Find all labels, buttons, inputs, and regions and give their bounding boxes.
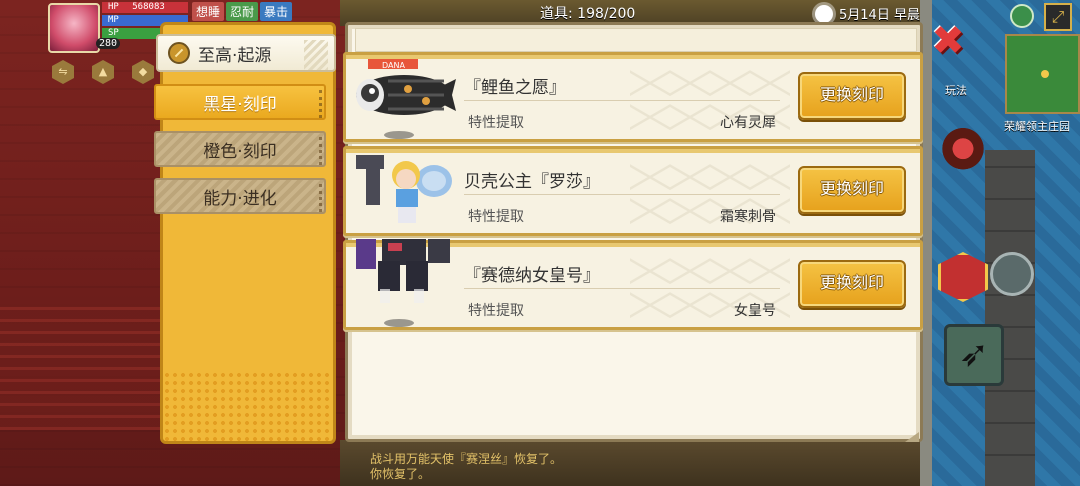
sprite-shadow	[384, 131, 414, 139]
svg-text:DANA: DANA	[382, 61, 405, 70]
chat-log: 战斗用万能天使『赛涅丝』恢复了。 你恢复了。	[370, 452, 562, 482]
tab-label: 能力·进化	[203, 188, 277, 209]
sprite-shadow	[384, 319, 414, 327]
bow-icon[interactable]: ➶	[944, 324, 1004, 386]
card-name: 贝壳公主『罗莎』	[464, 172, 600, 192]
item-count: 道具: 198/200	[540, 6, 636, 22]
engraving-card: 『赛德纳女皇号』 特性提取 女皇号 更换刻印	[343, 219, 923, 330]
player-level: 280	[96, 38, 121, 49]
minimap[interactable]	[1005, 34, 1080, 114]
globe-icon[interactable]	[1010, 4, 1034, 28]
player-avatar[interactable]	[48, 3, 100, 53]
tab-black-star-engraving[interactable]: 黑星·刻印	[154, 84, 326, 120]
tab-orange-engraving[interactable]: 橙色·刻印	[154, 131, 326, 167]
mp-label: MP	[108, 15, 119, 25]
category-header-label: 至高·起源	[198, 45, 272, 66]
card-divider	[464, 100, 780, 101]
compass-icon[interactable]	[990, 252, 1034, 296]
date-display: 5月14日 早晨	[815, 4, 920, 23]
close-icon[interactable]: ✖	[928, 21, 968, 62]
card-name: 『赛德纳女皇号』	[464, 266, 600, 286]
date-text: 5月14日 早晨	[839, 8, 920, 23]
swap-icon[interactable]: ⇋	[52, 60, 74, 84]
list-top-bar	[355, 28, 917, 52]
skill-icon[interactable]: ◆	[132, 60, 154, 84]
card-attr-label: 特性提取	[468, 209, 524, 225]
replace-engraving-button[interactable]: 更换刻印	[798, 166, 906, 214]
sp-label: SP	[108, 28, 119, 38]
card-attr-label: 特性提取	[468, 303, 524, 319]
engraving-card: 贝壳公主『罗莎』 特性提取 霜寒刺骨 更换刻印	[343, 146, 923, 236]
engraving-card: DANA 『鲤鱼之愿』 特性提取 心有灵犀 更换刻印	[343, 52, 923, 142]
status-tag-crit: 暴击	[260, 2, 293, 21]
sun-icon	[815, 4, 833, 23]
carp-windsock-icon: DANA	[348, 51, 458, 141]
arrow-up-icon[interactable]: ▲	[92, 60, 114, 84]
minimap-marker	[1041, 70, 1049, 78]
hp-value: 568083	[132, 2, 165, 12]
origin-icon	[168, 42, 190, 64]
card-attr-value: 霜寒刺骨	[720, 209, 776, 225]
game-background-floor	[0, 300, 160, 430]
replace-engraving-button[interactable]: 更换刻印	[798, 260, 906, 308]
play-label: 玩法	[945, 84, 967, 97]
replace-engraving-button[interactable]: 更换刻印	[798, 72, 906, 120]
card-attr-value: 女皇号	[734, 303, 776, 319]
card-name: 『鲤鱼之愿』	[464, 78, 566, 98]
card-divider	[464, 288, 780, 289]
skill-icons: ⇋ ▲ ◆	[52, 60, 154, 84]
status-tag-sleepy: 想睡	[192, 2, 225, 21]
fullscreen-icon[interactable]: ⤢	[1044, 3, 1072, 31]
tab-label: 橙色·刻印	[203, 141, 277, 162]
demon-mask-icon[interactable]	[940, 128, 986, 174]
hp-label: HP	[108, 2, 119, 12]
tab-ability-evolution[interactable]: 能力·进化	[154, 178, 326, 214]
status-tags: 想睡 忍耐 暴击	[192, 2, 293, 21]
card-attr-value: 心有灵犀	[720, 115, 776, 131]
card-attr-label: 特性提取	[468, 115, 524, 131]
minimap-label: 荣耀领主庄园	[1004, 120, 1070, 133]
game-background-wall	[985, 150, 1035, 486]
status-tag-endure: 忍耐	[226, 2, 259, 21]
shell-princess-icon	[348, 145, 458, 235]
chat-line-1: 战斗用万能天使『赛涅丝』恢复了。	[370, 452, 563, 466]
category-header[interactable]: 至高·起源	[156, 34, 336, 72]
category-panel-pattern	[163, 371, 333, 441]
card-divider	[464, 194, 780, 195]
chat-line-2: 你恢复了。	[370, 467, 431, 481]
hp-bar: HP 568083	[102, 2, 188, 13]
mech-icon	[348, 219, 458, 329]
tab-label: 黑星·刻印	[203, 94, 277, 115]
